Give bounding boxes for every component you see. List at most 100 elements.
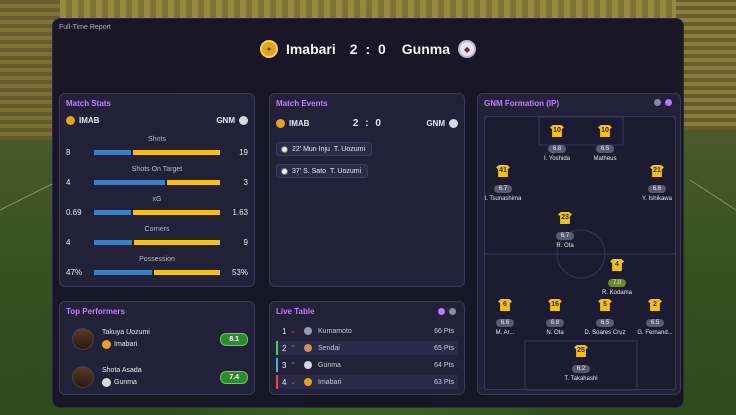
events-score-row: IMAB 2 : 0 GNM	[276, 116, 458, 130]
table-points: 63 Pts	[434, 378, 454, 386]
stadium-stand-top	[60, 0, 676, 18]
performer-rating: 8.1	[220, 332, 248, 346]
stat-row: Corners 4 9	[66, 226, 248, 250]
live-table-panel: Live Table 1 ⌄ Kumamoto 66 Pts 2 ⌃ Sendai 65 Pt…	[269, 301, 465, 395]
stat-home-value: 4	[66, 237, 71, 247]
stat-away-value: 3	[243, 177, 248, 187]
formation-pitch: 10 6.8 I. Yoshida 10 6.5 Matheus 41 6.7 I. Tsuna…	[484, 116, 677, 391]
events-score: 2 : 0	[352, 117, 383, 129]
performer-row[interactable]: Shota Asada Gunma 7.4	[66, 360, 248, 394]
stat-bar-home	[94, 209, 132, 215]
stats-home-abbr: IMAB	[79, 116, 100, 125]
player-name: I. Tsunashima	[484, 196, 522, 202]
avatar	[72, 328, 94, 350]
live-table-row[interactable]: 1 ⌄ Kumamoto 66 Pts	[276, 324, 458, 338]
player-rating: 6.7	[493, 185, 513, 193]
player-name: Y. Ishikawa	[642, 196, 672, 202]
page-dot-active[interactable]	[665, 99, 672, 106]
stat-bar-home	[94, 239, 133, 245]
table-position: 1	[282, 326, 287, 336]
arrow-down-icon: ⌄	[290, 379, 296, 386]
stat-bar-away	[154, 269, 220, 275]
formation-player[interactable]: 23 6.7 R. Ota	[535, 212, 595, 249]
avatar	[72, 366, 94, 388]
page-dot[interactable]	[449, 308, 456, 315]
stat-home-value: 47%	[66, 267, 83, 277]
shirt-icon: 10	[598, 125, 612, 137]
gunma-crest-icon	[239, 116, 248, 125]
stat-bar-home	[94, 149, 132, 155]
stat-bar-away	[166, 179, 220, 185]
gunma-crest-icon	[102, 378, 111, 387]
stat-row: Possession 47% 53%	[66, 256, 248, 280]
stat-bar-away	[134, 239, 220, 245]
live-table-pager	[438, 308, 456, 315]
gunma-crest-icon	[448, 118, 458, 128]
events-home-abbr: IMAB	[289, 118, 310, 128]
formation-player[interactable]: 2 6.5 G. Fernand...	[625, 299, 685, 336]
stat-bar-away	[133, 209, 220, 215]
table-team-name: Kumamoto	[318, 327, 352, 335]
imabari-crest-icon	[102, 340, 111, 349]
stat-bar	[94, 269, 220, 275]
ball-icon	[281, 145, 288, 153]
shirt-icon: 41	[496, 165, 510, 177]
stadium-stand-right	[676, 0, 736, 130]
performer-row[interactable]: Takuya Uozumi Imabari 8.1	[66, 322, 248, 356]
table-points: 65 Pts	[434, 344, 454, 352]
live-table-row[interactable]: 3 ⌃ Gunma 64 Pts	[276, 358, 458, 372]
formation-player[interactable]: 25 6.2 T. Takahashi	[551, 345, 611, 382]
stadium-stand-left	[0, 0, 60, 140]
shirt-icon: 5	[598, 299, 612, 311]
formation-panel: GNM Formation (IP) 10 6.8 I. Yoshida 10 6.5 M…	[477, 93, 681, 395]
goal-event[interactable]: 22' Mun Inju T. Uozumi	[276, 142, 373, 156]
stat-home-value: 0.69	[66, 207, 82, 217]
imabari-crest-icon	[276, 118, 285, 128]
stat-bar	[94, 179, 220, 185]
table-position: 3	[282, 360, 287, 370]
events-away-abbr: GNM	[426, 118, 445, 128]
final-score: 2 : 0	[349, 41, 388, 57]
player-name: Matheus	[593, 156, 617, 162]
formation-pager	[654, 99, 672, 106]
club-crest-icon	[304, 344, 312, 352]
player-rating: 6.5	[595, 319, 615, 327]
arrow-up-icon: ⌃	[290, 362, 296, 369]
player-rating: 6.8	[547, 145, 567, 153]
table-points: 66 Pts	[434, 327, 454, 335]
goal-event-assist: T. Uozumi	[330, 167, 362, 175]
performer-club: Gunma	[114, 379, 137, 386]
stat-bar	[94, 239, 220, 245]
formation-player[interactable]: 21 6.6 Y. Ishikawa	[627, 165, 687, 202]
club-crest-icon	[304, 378, 312, 386]
table-position: 4	[282, 377, 287, 387]
goal-event-text: 22' Mun Inju	[292, 145, 330, 153]
formation-player[interactable]: 10 6.5 Matheus	[575, 125, 635, 162]
table-team-name: Sendai	[318, 344, 340, 352]
stat-away-value: 1.63	[232, 207, 248, 217]
stat-bar-home	[94, 179, 165, 185]
live-table-row[interactable]: 2 ⌃ Sendai 65 Pts	[276, 341, 458, 355]
formation-player[interactable]: 41 6.7 I. Tsunashima	[473, 165, 533, 202]
page-dot-active[interactable]	[438, 308, 445, 315]
stat-away-value: 19	[239, 147, 248, 157]
match-events-panel: Match Events IMAB 2 : 0 GNM 22' Mun Inju…	[269, 93, 465, 287]
away-team-name: Gunma	[401, 41, 451, 57]
formation-player[interactable]: 4 7.0 R. Kodama	[587, 259, 647, 296]
table-team-name: Imabari	[318, 378, 342, 386]
goal-event-text: 37' S. Sato	[292, 167, 327, 175]
goal-event[interactable]: 37' S. Sato T. Uozumi	[276, 164, 369, 178]
home-team-name: Imabari	[285, 41, 336, 57]
stat-away-value: 9	[243, 237, 248, 247]
club-crest-icon	[304, 361, 312, 369]
live-table-row[interactable]: 4 ⌄ Imabari 63 Pts	[276, 375, 458, 389]
report-title: Full-Time Report	[59, 24, 111, 31]
table-points: 64 Pts	[434, 361, 454, 369]
page-dot[interactable]	[654, 99, 661, 106]
player-rating: 6.8	[545, 319, 565, 327]
table-team-name: Gunma	[318, 361, 341, 369]
club-crest-icon	[304, 327, 312, 335]
stat-home-value: 8	[66, 147, 71, 157]
shirt-icon: 4	[610, 259, 624, 271]
match-events-title: Match Events	[276, 99, 328, 108]
